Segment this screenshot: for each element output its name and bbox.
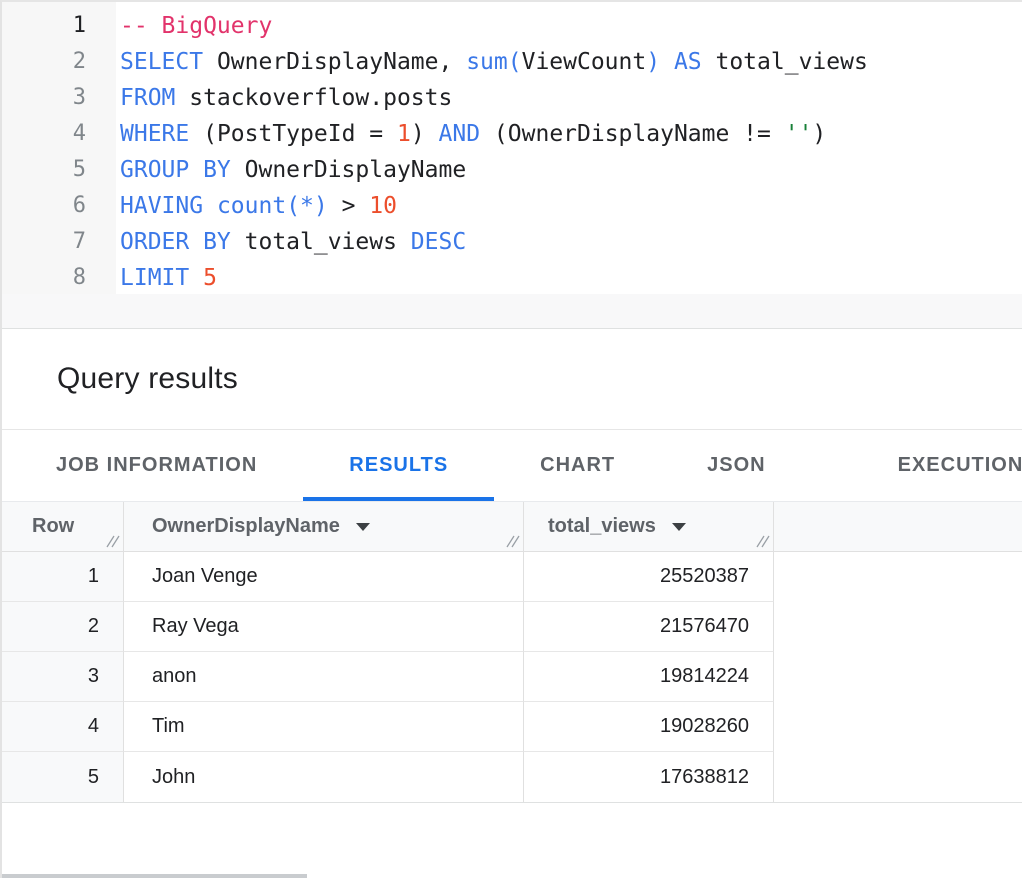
- code-token-kw: AS: [674, 49, 702, 75]
- code-token-plain: (OwnerDisplayName !=: [480, 121, 785, 147]
- column-header-ownerdisplayname: OwnerDisplayName: [124, 502, 524, 552]
- total-views-cell: 21576470: [524, 602, 774, 652]
- table-empty-area: [774, 552, 1022, 602]
- code-line[interactable]: FROM stackoverflow.posts: [120, 80, 1022, 116]
- code-token-num: 1: [397, 121, 411, 147]
- code-token-plain: (PostTypeId =: [189, 121, 397, 147]
- tab-job-information[interactable]: JOB INFORMATION: [10, 430, 303, 501]
- line-number: 8: [2, 260, 86, 296]
- code-token-plain: [660, 49, 674, 75]
- query-results-header: Query results: [2, 329, 1022, 430]
- column-header-filler: [774, 502, 1022, 552]
- editor-bottom-strip: [2, 294, 1022, 328]
- line-number: 7: [2, 224, 86, 260]
- column-resize-grip-icon[interactable]: [106, 535, 120, 548]
- query-results-title: Query results: [57, 362, 238, 396]
- column-header-total_views: total_views: [524, 502, 774, 552]
- horizontal-scrollbar-thumb[interactable]: [2, 874, 307, 878]
- line-number: 1: [2, 8, 86, 44]
- code-token-plain: [203, 193, 217, 219]
- code-token-kw: HAVING: [120, 193, 203, 219]
- line-number: 2: [2, 44, 86, 80]
- code-token-fn: count(*): [217, 193, 328, 219]
- owner-name-cell: Tim: [124, 702, 524, 752]
- column-dropdown-arrow-icon[interactable]: [672, 523, 686, 531]
- row-number-cell: 4: [2, 702, 124, 752]
- code-token-plain: OwnerDisplayName,: [203, 49, 466, 75]
- line-number: 3: [2, 80, 86, 116]
- results-tabbar: JOB INFORMATIONRESULTSCHARTJSONEXECUTION…: [2, 430, 1022, 502]
- editor-code[interactable]: -- BigQuery SELECT OwnerDisplayName, sum(…: [116, 2, 1022, 294]
- line-number: 4: [2, 116, 86, 152]
- owner-name-cell: Ray Vega: [124, 602, 524, 652]
- column-header-label: Row: [32, 515, 74, 538]
- row-number-cell: 2: [2, 602, 124, 652]
- sql-editor[interactable]: 12345678 -- BigQuerySELECT OwnerDisplayN…: [2, 2, 1022, 329]
- tab-results[interactable]: RESULTS: [303, 430, 494, 501]
- code-token-plain: OwnerDisplayName: [231, 157, 466, 183]
- column-header-row: Row: [2, 502, 124, 552]
- row-number-cell: 3: [2, 652, 124, 702]
- code-token-plain: total_views: [231, 229, 411, 255]
- code-token-plain: ): [812, 121, 826, 147]
- code-token-kw: ORDER BY: [120, 229, 231, 255]
- code-line[interactable]: SELECT OwnerDisplayName, sum(ViewCount) …: [120, 44, 1022, 80]
- column-dropdown-arrow-icon[interactable]: [356, 523, 370, 531]
- line-number: 5: [2, 152, 86, 188]
- results-table: Row OwnerDisplayName total_views 1Joan Veng…: [2, 502, 1022, 803]
- owner-name-cell: anon: [124, 652, 524, 702]
- bigquery-query-panel: 12345678 -- BigQuerySELECT OwnerDisplayN…: [0, 0, 1022, 878]
- total-views-cell: 19028260: [524, 702, 774, 752]
- row-number-cell: 1: [2, 552, 124, 602]
- code-token-str: '': [785, 121, 813, 147]
- tab-json[interactable]: JSON: [661, 430, 811, 501]
- column-header-label: total_views: [548, 515, 656, 538]
- code-line[interactable]: ORDER BY total_views DESC: [120, 224, 1022, 260]
- code-token-fn: ): [646, 49, 660, 75]
- code-token-plain: stackoverflow.posts: [175, 85, 452, 111]
- owner-name-cell: Joan Venge: [124, 552, 524, 602]
- row-number-cell: 5: [2, 752, 124, 802]
- column-resize-grip-icon[interactable]: [756, 535, 770, 548]
- code-token-num: 10: [369, 193, 397, 219]
- code-line[interactable]: HAVING count(*) > 10: [120, 188, 1022, 224]
- tab-execution-details[interactable]: EXECUTION DETAILS: [812, 430, 1022, 501]
- column-resize-grip-icon[interactable]: [506, 535, 520, 548]
- code-token-plain: total_views: [702, 49, 868, 75]
- column-header-label: OwnerDisplayName: [152, 515, 340, 538]
- line-number: 6: [2, 188, 86, 224]
- sql-editor-body: 12345678 -- BigQuerySELECT OwnerDisplayN…: [2, 2, 1022, 294]
- total-views-cell: 19814224: [524, 652, 774, 702]
- owner-name-cell: John: [124, 752, 524, 802]
- code-token-kw: AND: [439, 121, 481, 147]
- code-token-kw: WHERE: [120, 121, 189, 147]
- code-line[interactable]: WHERE (PostTypeId = 1) AND (OwnerDisplay…: [120, 116, 1022, 152]
- total-views-cell: 17638812: [524, 752, 774, 802]
- code-token-plain: ): [411, 121, 439, 147]
- code-token-plain: >: [328, 193, 370, 219]
- tab-chart[interactable]: CHART: [494, 430, 661, 501]
- code-token-num: 5: [203, 265, 217, 291]
- code-token-fn: sum(: [466, 49, 521, 75]
- code-token-kw: FROM: [120, 85, 175, 111]
- code-line[interactable]: LIMIT 5: [120, 260, 1022, 296]
- code-token-kw: LIMIT: [120, 265, 189, 291]
- editor-gutter: 12345678: [2, 2, 116, 294]
- code-token-plain: [189, 265, 203, 291]
- code-line[interactable]: GROUP BY OwnerDisplayName: [120, 152, 1022, 188]
- code-token-plain: ViewCount: [522, 49, 647, 75]
- code-token-kw: DESC: [411, 229, 466, 255]
- code-token-kw: SELECT: [120, 49, 203, 75]
- code-token-kw: GROUP BY: [120, 157, 231, 183]
- code-line[interactable]: -- BigQuery: [120, 8, 1022, 44]
- code-token-comment: -- BigQuery: [120, 13, 272, 39]
- total-views-cell: 25520387: [524, 552, 774, 602]
